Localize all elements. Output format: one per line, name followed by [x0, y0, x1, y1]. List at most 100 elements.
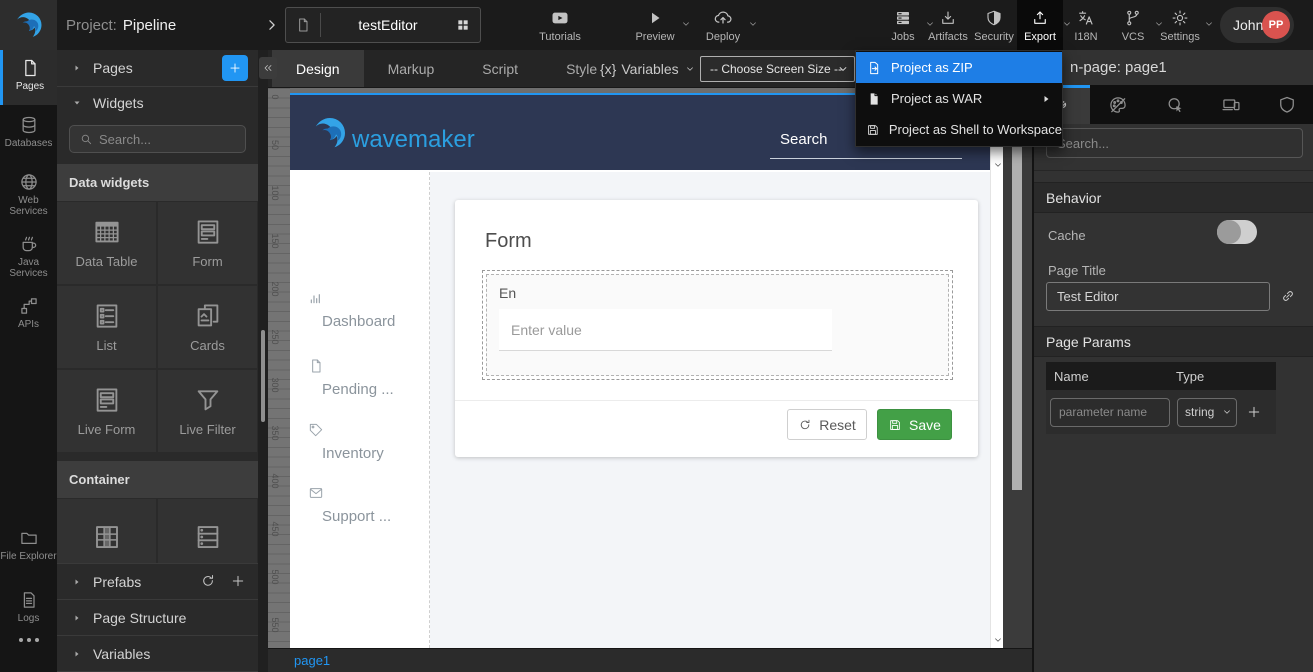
- sidebar-item-databases[interactable]: Databases: [0, 107, 57, 162]
- more-options-icon[interactable]: [0, 638, 57, 642]
- i18n-button[interactable]: I18N: [1064, 7, 1108, 47]
- sidebar-item-apis[interactable]: APIs: [0, 288, 57, 343]
- menu-item-project-as-shell[interactable]: Project as Shell to Workspace: [856, 114, 1062, 145]
- globe-icon: [19, 172, 39, 192]
- wavemaker-logo[interactable]: [0, 0, 57, 50]
- ruler-mark: 450: [270, 514, 280, 544]
- tab-devices[interactable]: [1203, 85, 1259, 124]
- cache-toggle[interactable]: [1217, 220, 1257, 244]
- export-button[interactable]: Export: [1017, 0, 1063, 50]
- parameter-name-input[interactable]: [1050, 398, 1170, 427]
- list-icon: [92, 301, 122, 331]
- coffee-icon: [19, 234, 39, 254]
- toggle-knob: [1217, 220, 1241, 244]
- deploy-button[interactable]: Deploy: [697, 7, 749, 47]
- caret-right-icon: [71, 648, 83, 660]
- canvas-scrollbar-thumb[interactable]: [1012, 95, 1022, 490]
- widget-list[interactable]: List: [57, 286, 156, 368]
- settings-button[interactable]: Settings: [1155, 7, 1205, 47]
- page-structure-section-header[interactable]: Page Structure: [57, 599, 258, 635]
- widget-data-table[interactable]: Data Table: [57, 202, 156, 284]
- chevron-down-icon[interactable]: [747, 18, 759, 30]
- security-button[interactable]: Security: [970, 7, 1018, 47]
- sidebar-item-logs[interactable]: Logs: [0, 582, 57, 637]
- save-button[interactable]: Save: [877, 409, 952, 440]
- form-icon: [193, 217, 223, 247]
- widget-accordion[interactable]: [158, 499, 257, 563]
- log-file-icon: [19, 590, 39, 610]
- sidebar-item-web-services[interactable]: Web Services: [0, 164, 57, 224]
- nav-item-pending[interactable]: Pending ...: [308, 358, 394, 398]
- refresh-icon[interactable]: [200, 573, 216, 589]
- widget-search-box[interactable]: [69, 125, 246, 153]
- tab-design[interactable]: Design: [272, 50, 364, 87]
- grid-view-icon[interactable]: [455, 17, 471, 33]
- reset-button[interactable]: Reset: [787, 409, 867, 440]
- form-widget-card[interactable]: Form En Reset Save: [455, 200, 978, 457]
- bar-chart-icon: [308, 290, 324, 306]
- page-params-section-header[interactable]: Page Params: [1034, 326, 1313, 357]
- user-menu[interactable]: John PP: [1220, 7, 1294, 43]
- page-tab-page1[interactable]: page1: [294, 653, 330, 668]
- add-page-button[interactable]: [222, 55, 248, 81]
- tab-script[interactable]: Script: [458, 50, 542, 87]
- widget-form[interactable]: Form: [158, 202, 257, 284]
- page-title-input[interactable]: [1046, 282, 1270, 311]
- widget-live-filter[interactable]: Live Filter: [158, 370, 257, 452]
- project-name: Pipeline: [123, 17, 176, 34]
- git-branch-icon: [1124, 9, 1142, 27]
- design-canvas-page[interactable]: wavemaker Search Dashboard Pending ... I…: [290, 93, 1003, 648]
- panel-scrollbar-thumb[interactable]: [261, 330, 265, 422]
- properties-search-input[interactable]: [1057, 136, 1277, 151]
- menu-item-project-as-zip[interactable]: Project as ZIP: [856, 52, 1062, 83]
- properties-search-box[interactable]: [1046, 128, 1303, 158]
- sidebar-item-file-explorer[interactable]: File Explorer: [0, 520, 57, 580]
- selected-field-outline[interactable]: En: [482, 270, 953, 380]
- screen-size-select[interactable]: -- Choose Screen Size --: [700, 56, 855, 82]
- tab-styles[interactable]: [1090, 85, 1146, 124]
- parameter-type-select[interactable]: string: [1177, 398, 1237, 427]
- field-text-input[interactable]: [499, 309, 832, 351]
- widget-grid-layout[interactable]: [57, 499, 156, 563]
- widgets-section-header[interactable]: Widgets: [57, 88, 258, 118]
- youtube-icon: [550, 8, 570, 28]
- properties-panel: n-page: page1 Behavior Cache Page Title …: [1032, 50, 1313, 672]
- editor-tab-testeditor[interactable]: testEditor: [285, 7, 481, 43]
- chevron-down-icon[interactable]: [1203, 18, 1215, 30]
- behavior-section-header[interactable]: Behavior: [1034, 182, 1313, 213]
- nav-item-dashboard[interactable]: Dashboard: [308, 290, 395, 330]
- app-search-label: Search: [780, 131, 828, 148]
- widget-cards[interactable]: Cards: [158, 286, 257, 368]
- widget-search-input[interactable]: [99, 132, 229, 147]
- avatar[interactable]: PP: [1262, 11, 1290, 39]
- vcs-button[interactable]: VCS: [1111, 7, 1155, 47]
- editor-tab-label: testEditor: [321, 17, 455, 33]
- caret-right-icon: [71, 576, 83, 588]
- tab-security[interactable]: [1259, 85, 1313, 124]
- tab-markup[interactable]: Markup: [364, 50, 459, 87]
- user-name: John: [1233, 17, 1263, 33]
- sidebar-item-java-services[interactable]: Java Services: [0, 226, 57, 286]
- nav-item-inventory[interactable]: Inventory: [308, 422, 384, 462]
- bind-link-icon[interactable]: [1280, 288, 1296, 304]
- mail-icon: [308, 485, 324, 501]
- tutorials-button[interactable]: Tutorials: [533, 7, 587, 47]
- add-param-button[interactable]: [1246, 404, 1262, 420]
- widget-live-form[interactable]: Live Form: [57, 370, 156, 452]
- container-widget-grid: [57, 499, 258, 563]
- variables-section-header[interactable]: Variables: [57, 635, 258, 672]
- chevron-down-icon[interactable]: [680, 18, 692, 30]
- collapse-panel-button[interactable]: [259, 57, 277, 79]
- sidebar-item-pages[interactable]: Pages: [0, 50, 57, 105]
- jobs-button[interactable]: Jobs: [880, 7, 926, 47]
- variables-dropdown[interactable]: {x} Variables: [600, 50, 696, 88]
- nav-item-support[interactable]: Support ...: [308, 485, 391, 525]
- tab-events[interactable]: [1146, 85, 1202, 124]
- plus-icon[interactable]: [230, 573, 246, 589]
- preview-button[interactable]: Preview: [628, 7, 682, 47]
- prefabs-section-header[interactable]: Prefabs: [57, 563, 258, 599]
- artifacts-button[interactable]: Artifacts: [923, 7, 973, 47]
- data-widgets-header: Data widgets: [57, 164, 258, 201]
- refresh-icon: [798, 418, 812, 432]
- menu-item-project-as-war[interactable]: Project as WAR: [856, 83, 1062, 114]
